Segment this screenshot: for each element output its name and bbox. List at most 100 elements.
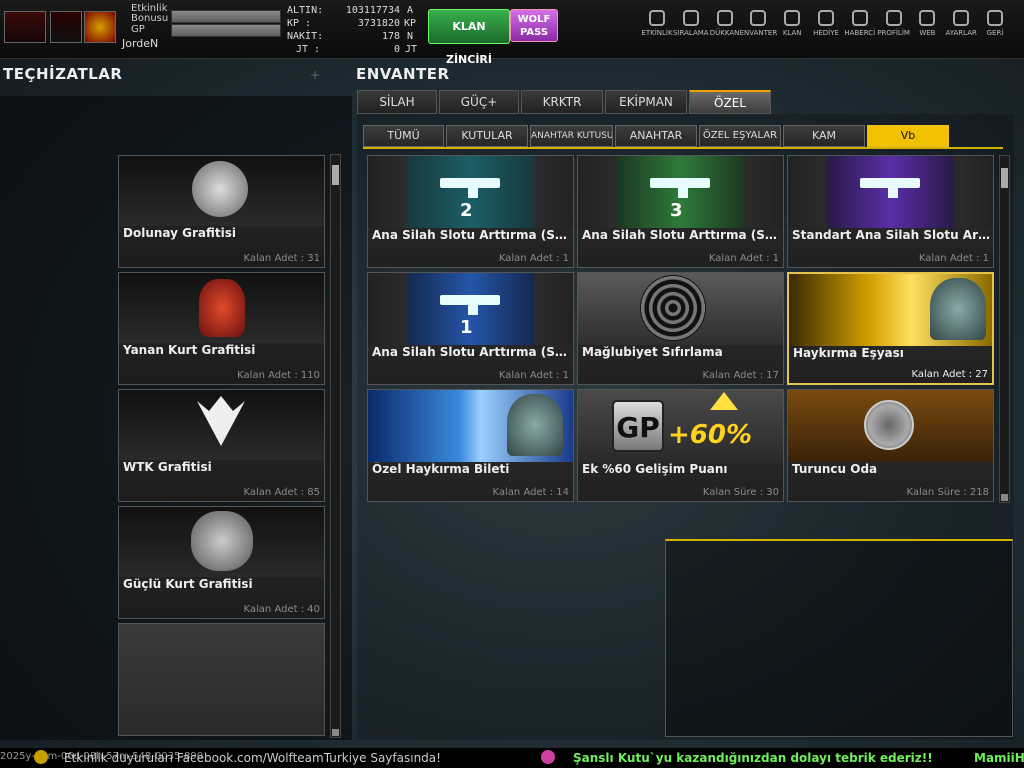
ticker-announcement: Etkinlik duyuruları Facebook.com/Wolftea… [64, 751, 441, 765]
equipment-item[interactable]: WTK Grafitisi Kalan Adet : 85 [118, 389, 325, 502]
shield-icon [784, 10, 801, 26]
tab-weapon[interactable]: SİLAH [357, 90, 437, 114]
slot-number: 3 [670, 200, 683, 221]
subtab-boxes[interactable]: KUTULAR [446, 125, 528, 147]
nav-label: HEDİYE [813, 29, 839, 37]
gp-logo: GP [612, 400, 664, 452]
subtab-special-items[interactable]: ÖZEL EŞYALAR [699, 125, 781, 147]
nav-gear-button[interactable]: AYARLAR [942, 10, 980, 37]
nav-timer-button[interactable]: ETKİNLİK [638, 10, 676, 37]
slot-number: 1 [460, 317, 473, 338]
item-name: Yanan Kurt Grafitisi [123, 343, 256, 357]
equipment-item[interactable]: Yanan Kurt Grafitisi Kalan Adet : 110 [118, 272, 325, 385]
jt-label: JT : [296, 44, 321, 55]
item-count: Kalan Adet : 27 [911, 369, 988, 380]
tab-special[interactable]: ÖZEL [689, 90, 771, 114]
subtab-underline [363, 147, 1003, 149]
inventory-item[interactable]: Özel Haykırma Bileti Kalan Adet : 14 [367, 389, 574, 502]
item-name: Standart Ana Silah Slotu Artt... [792, 228, 990, 242]
inventory-item[interactable]: Mağlubiyet Sıfırlama Kalan Adet : 17 [577, 272, 784, 385]
gp-label: GP [131, 24, 145, 35]
tab-power[interactable]: GÜÇ+ [439, 90, 519, 114]
inventory-item[interactable]: Turuncu Oda Kalan Süre : 218 [787, 389, 994, 502]
item-count: Kalan Adet : 17 [702, 370, 779, 381]
inventory-item[interactable]: GP +60% Ek %60 Gelişim Puanı Kalan Süre … [577, 389, 784, 502]
inventory-item-selected[interactable]: Haykırma Eşyası Kalan Adet : 27 [787, 272, 994, 385]
item-count: Kalan Adet : 14 [492, 487, 569, 498]
nav-shield-button[interactable]: KLAN [773, 10, 811, 37]
subtab-cam[interactable]: KAM [783, 125, 865, 147]
inventory-item[interactable]: 1 Ana Silah Slotu Arttırma (Sil... Kalan… [367, 272, 574, 385]
item-count: Kalan Adet : 110 [237, 370, 320, 381]
inventory-item[interactable]: 3 Ana Silah Slotu Arttırma (Sil... Kalan… [577, 155, 784, 268]
timer-icon [649, 10, 665, 26]
item-detail-panel [665, 539, 1013, 737]
nav-medal-button[interactable]: SIRALAMA [672, 10, 710, 37]
tab-character[interactable]: KRKTR [521, 90, 603, 114]
wtk-graffiti-image [119, 390, 324, 460]
nav-back-button[interactable]: GERİ [976, 10, 1014, 37]
item-count: Kalan Adet : 1 [918, 253, 989, 264]
nav-megaphone-button[interactable]: HABERCİ [841, 10, 879, 37]
nav-profile-button[interactable]: PROFİLİM [875, 10, 913, 37]
slot-number: 2 [460, 200, 473, 221]
nav-globe-button[interactable]: WEB [908, 10, 946, 37]
item-count: Kalan Süre : 30 [702, 487, 779, 498]
equipment-title: TEÇHİZATLAR [3, 65, 123, 83]
item-name: Haykırma Eşyası [793, 346, 904, 360]
inventory-item[interactable]: Standart Ana Silah Slotu Artt... Kalan A… [787, 155, 994, 268]
nav-label: HABERCİ [844, 29, 876, 37]
nav-label: SIRALAMA [673, 29, 709, 37]
scroll-thumb[interactable] [332, 165, 339, 185]
inventory-item[interactable]: 2 Ana Silah Slotu Arttırma (Sil... Kalan… [367, 155, 574, 268]
equipment-scrollbar[interactable] [330, 154, 341, 738]
nav-cart-button[interactable]: DÜKKAN [706, 10, 744, 37]
weapon-slot-image [788, 156, 993, 228]
scroll-thumb[interactable] [1001, 168, 1008, 188]
gift-icon [818, 10, 834, 26]
event-bonus-label: Etkinlik Bonusu [131, 3, 169, 24]
top-bar: Etkinlik Bonusu GP JordeN ALTIN: 1031177… [0, 0, 1024, 66]
megaphone-icon [851, 10, 868, 26]
gold-unit: A [407, 5, 414, 16]
inventory-scrollbar[interactable] [999, 155, 1010, 503]
subtab-etc[interactable]: Vb [867, 125, 949, 147]
subtab-key-box[interactable]: ANAHTAR KUTUSU [530, 125, 613, 147]
subtab-all[interactable]: TÜMÜ [363, 125, 444, 147]
nav-gift-button[interactable]: HEDİYE [807, 10, 845, 37]
item-count: Kalan Adet : 31 [243, 253, 320, 264]
nav-label: ENVANTER [739, 29, 778, 37]
username: JordeN [122, 37, 159, 50]
wolf-pass-button[interactable]: WOLF PASS [510, 9, 558, 42]
kp-value: 3731820 [357, 18, 400, 29]
subtab-key[interactable]: ANAHTAR [615, 125, 697, 147]
item-count: Kalan Adet : 1 [708, 253, 779, 264]
tab-equipment[interactable]: EKİPMAN [605, 90, 687, 114]
kp-label: KP : [287, 18, 312, 29]
nav-label: KLAN [782, 29, 802, 37]
event-bonus-bar [171, 10, 281, 23]
clan-chain-button[interactable]: KLAN ZİNCİRİ [428, 9, 510, 66]
crown-icon [864, 400, 914, 450]
scroll-down-icon[interactable] [332, 729, 339, 736]
nav-label: DÜKKAN [709, 29, 740, 37]
inventory-title: ENVANTER [356, 65, 450, 83]
ticker-lucky-box: Şanslı Kutu`yu kazandığınızdan dolayı te… [573, 751, 933, 765]
equipment-item[interactable]: Dolunay Grafitisi Kalan Adet : 31 [118, 155, 325, 268]
empty-slot[interactable] [118, 623, 325, 736]
item-name: Mağlubiyet Sıfırlama [582, 345, 723, 359]
gold-value: 103117734 [345, 5, 400, 16]
equipment-item[interactable]: Güçlü Kurt Grafitisi Kalan Adet : 40 [118, 506, 325, 619]
item-name: Ek %60 Gelişim Puanı [582, 462, 728, 476]
cash-unit: N [407, 31, 414, 42]
inventory-icon [750, 10, 767, 26]
item-name: Ana Silah Slotu Arttırma (Sil... [372, 228, 570, 242]
item-name: Güçlü Kurt Grafitisi [123, 577, 253, 591]
nav-label: WEB [919, 29, 936, 37]
nav-inventory-button[interactable]: ENVANTER [739, 10, 777, 37]
item-name: WTK Grafitisi [123, 460, 212, 474]
item-count: Kalan Adet : 85 [243, 487, 320, 498]
cash-value: 178 [381, 31, 400, 42]
scroll-down-icon[interactable] [1001, 494, 1008, 501]
clan-emblem [50, 11, 82, 43]
